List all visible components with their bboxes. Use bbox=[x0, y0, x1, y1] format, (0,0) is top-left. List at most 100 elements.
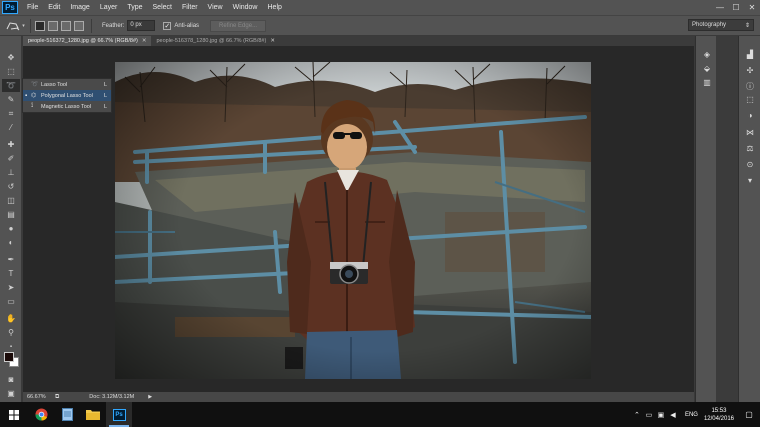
pen-tool-icon[interactable]: ✒ bbox=[2, 253, 20, 266]
volume-icon[interactable]: ◀ bbox=[667, 411, 679, 419]
clone-stamp-tool-icon[interactable]: ⊥ bbox=[2, 166, 20, 179]
start-button[interactable] bbox=[0, 402, 28, 427]
workspace-select[interactable]: Photography ⇕ bbox=[688, 19, 754, 31]
type-tool-icon[interactable]: T bbox=[2, 267, 20, 280]
menu-file[interactable]: File bbox=[22, 4, 43, 11]
menu-edit[interactable]: Edit bbox=[43, 4, 65, 11]
status-menu-arrow-icon[interactable]: ▶ bbox=[148, 394, 152, 400]
menu-view[interactable]: View bbox=[203, 4, 228, 11]
maximize-button[interactable]: ☐ bbox=[728, 0, 744, 15]
menu-window[interactable]: Window bbox=[228, 4, 263, 11]
menu-bar: Ps File Edit Image Layer Type Select Fil… bbox=[0, 0, 760, 15]
styles-icon[interactable]: ▾ bbox=[743, 174, 757, 186]
subtract-from-selection-button[interactable] bbox=[61, 20, 71, 31]
info-icon[interactable]: ⓘ bbox=[743, 80, 757, 92]
chevron-up-icon[interactable]: ⌃ bbox=[631, 411, 643, 419]
status-info-icon[interactable]: ⧉ bbox=[55, 394, 59, 401]
path-selection-tool-icon[interactable]: ➤ bbox=[2, 281, 20, 294]
window-controls: — ☐ ✕ bbox=[712, 0, 760, 15]
document-tab[interactable]: people-516378_1280.jpg @ 66.7% (RGB/8#) … bbox=[151, 36, 279, 46]
menu-filter[interactable]: Filter bbox=[177, 4, 203, 11]
flyout-item-label: Magnetic Lasso Tool bbox=[41, 103, 92, 110]
feather-input[interactable]: 0 px bbox=[127, 20, 156, 31]
brush-tool-icon[interactable]: ✐ bbox=[2, 152, 20, 165]
selective-color-icon[interactable]: ⊙ bbox=[743, 158, 757, 170]
file-explorer-icon bbox=[86, 410, 100, 420]
dropdown-icon: ⇕ bbox=[744, 22, 750, 29]
menu-select[interactable]: Select bbox=[148, 4, 177, 11]
system-tray: ⌃ ▭ ▣ ◀ ENG 15:53 12/04/2016 ▢ bbox=[631, 402, 760, 427]
minimize-button[interactable]: — bbox=[712, 0, 728, 15]
windows-taskbar: Ps ⌃ ▭ ▣ ◀ ENG 15:53 12/04/2016 ▢ bbox=[0, 402, 760, 427]
brush-presets-icon[interactable]: ⬚ bbox=[743, 93, 757, 105]
healing-brush-tool-icon[interactable]: ✚ bbox=[2, 138, 20, 151]
shortcut-key: L bbox=[103, 81, 107, 88]
zoom-tool-icon[interactable]: ⚲ bbox=[2, 326, 20, 339]
history-brush-tool-icon[interactable]: ↺ bbox=[2, 180, 20, 193]
close-tab-icon[interactable]: ✕ bbox=[142, 38, 147, 44]
foreground-color-swatch[interactable] bbox=[4, 352, 14, 362]
taskbar-file-explorer[interactable] bbox=[80, 402, 106, 427]
screen-mode-icon[interactable]: ▣ bbox=[2, 387, 20, 400]
photoshop-icon: Ps bbox=[112, 408, 126, 421]
flyout-item-magnetic-lasso[interactable]: ⟟ Magnetic Lasso Tool L bbox=[23, 101, 111, 112]
document-tabs: people-516372_1280.jpg @ 66.7% (RGB/8#) … bbox=[23, 36, 694, 46]
clock-time: 15:53 bbox=[711, 407, 727, 414]
lasso-icon: ➰ bbox=[31, 82, 39, 88]
navigator-icon[interactable]: ✣ bbox=[743, 64, 757, 76]
chrome-icon bbox=[34, 408, 48, 421]
color-balance-icon[interactable]: ⚖ bbox=[743, 142, 757, 154]
quick-selection-tool-icon[interactable]: ✎ bbox=[2, 93, 20, 106]
flyout-item-label: Lasso Tool bbox=[41, 81, 68, 88]
flyout-item-label: Polygonal Lasso Tool bbox=[41, 92, 93, 99]
intersect-selection-button[interactable] bbox=[74, 20, 84, 31]
taskbar-notepad[interactable] bbox=[54, 402, 80, 427]
language-indicator[interactable]: ENG bbox=[685, 412, 698, 418]
collapsed-panel-dock-2: ▟ ✣ ⓘ ⬚ ◑ ⋈ ⚖ ⊙ ▾ bbox=[738, 36, 760, 402]
properties-icon[interactable]: ▥ bbox=[700, 76, 714, 88]
document-area: people-516372_1280.jpg @ 66.7% (RGB/8#) … bbox=[23, 36, 694, 402]
hand-tool-icon[interactable]: ✋ bbox=[2, 312, 20, 325]
marquee-tool-icon[interactable]: ⬚ bbox=[2, 65, 20, 78]
taskbar-chrome[interactable] bbox=[28, 402, 54, 427]
document-tab[interactable]: people-516372_1280.jpg @ 66.7% (RGB/8#) … bbox=[23, 36, 152, 46]
menu-type[interactable]: Type bbox=[122, 4, 147, 11]
separator bbox=[91, 18, 92, 33]
zoom-level[interactable]: 66.67% bbox=[23, 394, 51, 400]
move-tool-icon[interactable]: ✥ bbox=[2, 51, 20, 64]
tool-preset-picker[interactable]: ▾ bbox=[4, 18, 26, 34]
antialias-label: Anti-alias bbox=[174, 22, 200, 29]
eraser-tool-icon[interactable]: ◫ bbox=[2, 194, 20, 207]
menu-help[interactable]: Help bbox=[263, 4, 287, 11]
rectangle-tool-icon[interactable]: ▭ bbox=[2, 295, 20, 308]
eyedropper-tool-icon[interactable]: ⁄ bbox=[2, 121, 20, 134]
menu-image[interactable]: Image bbox=[65, 4, 94, 11]
blur-tool-icon[interactable]: ● bbox=[2, 222, 20, 235]
channels-icon[interactable]: ⬙ bbox=[700, 62, 714, 74]
separator bbox=[30, 18, 31, 33]
image-canvas[interactable] bbox=[115, 62, 591, 379]
new-selection-button[interactable] bbox=[35, 20, 45, 31]
crop-tool-icon[interactable]: ⌗ bbox=[2, 107, 20, 120]
network-icon[interactable]: ▣ bbox=[655, 411, 667, 419]
battery-icon[interactable]: ▭ bbox=[643, 411, 655, 419]
adjustments-icon[interactable]: ◑ bbox=[743, 109, 757, 121]
close-button[interactable]: ✕ bbox=[744, 0, 760, 15]
taskbar-photoshop[interactable]: Ps bbox=[106, 402, 132, 427]
histogram-icon[interactable]: ▟ bbox=[743, 48, 757, 60]
curves-icon[interactable]: ⋈ bbox=[743, 126, 757, 138]
menu-layer[interactable]: Layer bbox=[95, 4, 123, 11]
flyout-item-polygonal-lasso[interactable]: ▪ ⌬ Polygonal Lasso Tool L bbox=[23, 90, 111, 101]
add-to-selection-button[interactable] bbox=[48, 20, 58, 31]
dodge-tool-icon[interactable]: ◐ bbox=[2, 236, 20, 249]
clock[interactable]: 15:53 12/04/2016 bbox=[704, 407, 734, 423]
layers-icon[interactable]: ◈ bbox=[700, 48, 714, 60]
notifications-icon[interactable]: ▢ bbox=[742, 410, 756, 419]
antialias-checkbox[interactable]: ✓ bbox=[163, 21, 172, 30]
gradient-tool-icon[interactable]: ▤ bbox=[2, 208, 20, 221]
close-tab-icon[interactable]: ✕ bbox=[270, 38, 275, 44]
refine-edge-button[interactable]: Refine Edge... bbox=[210, 19, 267, 32]
quick-mask-icon[interactable]: ◙ bbox=[2, 373, 20, 386]
lasso-tool-icon[interactable]: ➰ bbox=[2, 79, 20, 92]
flyout-item-lasso[interactable]: ➰ Lasso Tool L bbox=[23, 79, 111, 90]
